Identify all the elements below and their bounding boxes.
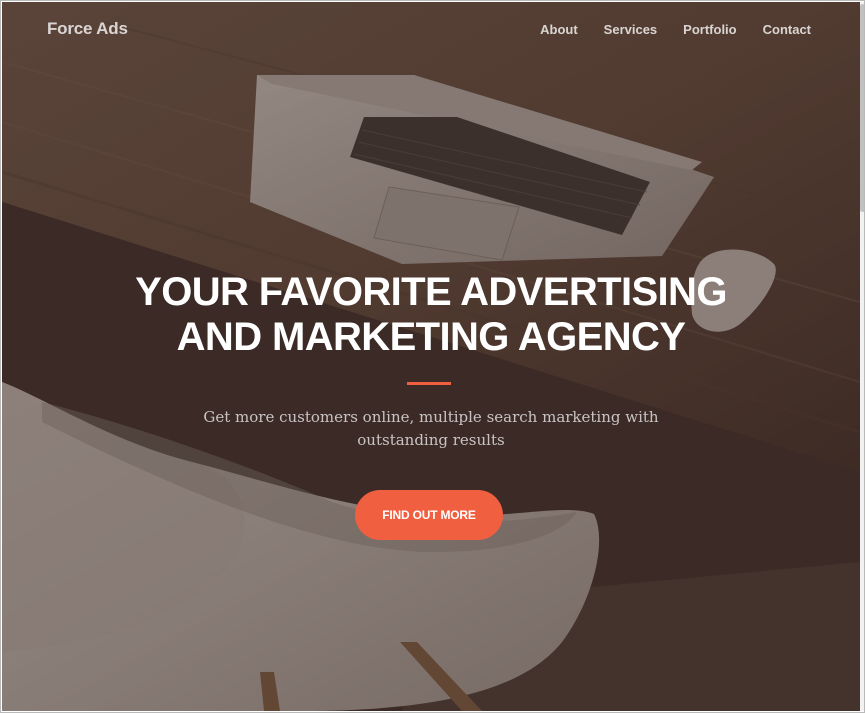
hero-section: Force Ads About Services Portfolio Conta… xyxy=(2,2,860,711)
nav-link-contact[interactable]: Contact xyxy=(763,22,811,37)
hero-headline-line-1: YOUR FAVORITE ADVERTISING xyxy=(135,270,727,314)
hero-headline-line-2: AND MARKETING AGENCY xyxy=(176,315,686,359)
scrollbar-thumb[interactable] xyxy=(860,4,864,212)
nav-link-services[interactable]: Services xyxy=(604,22,658,37)
nav-links: About Services Portfolio Contact xyxy=(540,22,811,37)
find-out-more-button[interactable]: FIND OUT MORE xyxy=(355,490,503,540)
nav-link-portfolio[interactable]: Portfolio xyxy=(683,22,736,37)
vertical-scrollbar[interactable] xyxy=(860,2,864,711)
hero-subtitle: Get more customers online, multiple sear… xyxy=(203,408,659,449)
hero-headline: YOUR FAVORITE ADVERTISING AND MARKETING … xyxy=(2,270,860,360)
browser-viewport: Force Ads About Services Portfolio Conta… xyxy=(0,0,865,713)
hero-divider xyxy=(407,382,451,385)
main-navbar: Force Ads About Services Portfolio Conta… xyxy=(2,2,860,58)
nav-link-about[interactable]: About xyxy=(540,22,578,37)
brand-logo-link[interactable]: Force Ads xyxy=(47,19,128,39)
